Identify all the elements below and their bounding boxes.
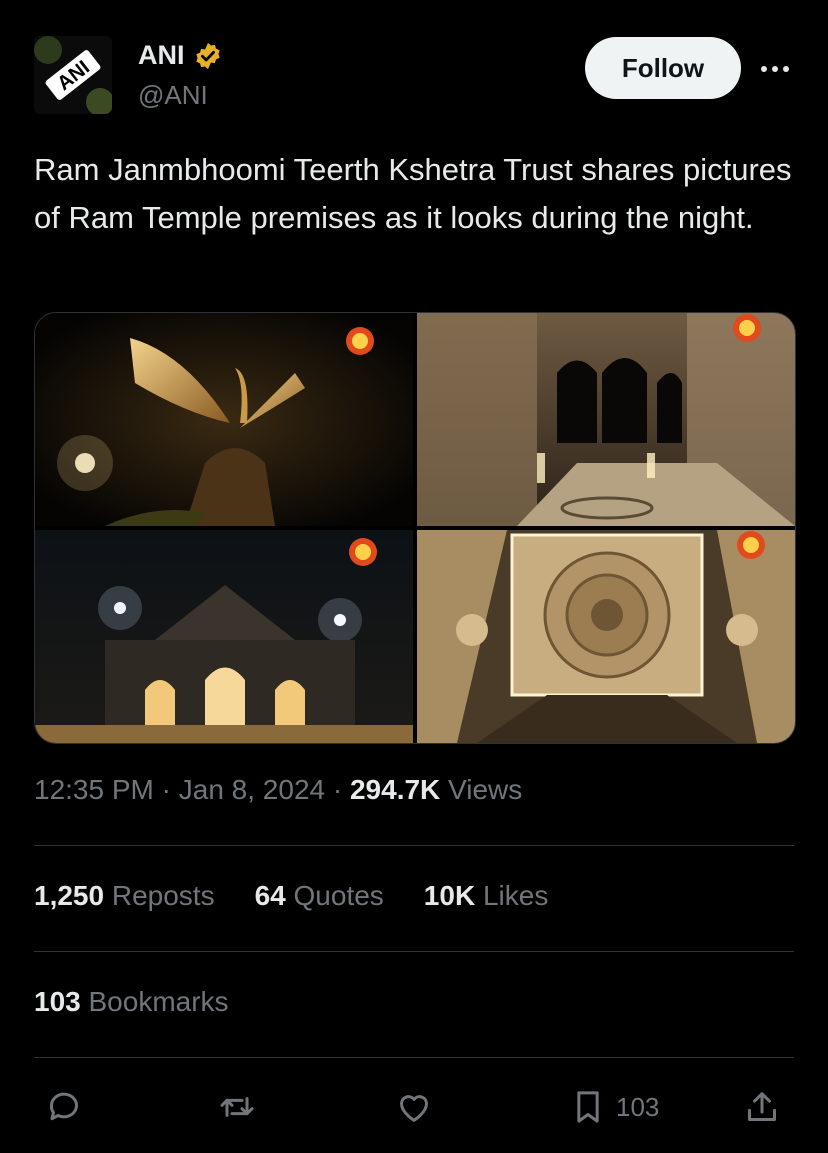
reply-button[interactable] [44, 1084, 84, 1130]
follow-button[interactable]: Follow [585, 37, 741, 99]
engagement-stats: 1,250 Reposts 64 Quotes 10K Likes [34, 880, 548, 912]
divider [34, 845, 794, 846]
reposts-stat[interactable]: 1,250 Reposts [34, 880, 215, 912]
likes-stat[interactable]: 10K Likes [424, 880, 549, 912]
temple-night-exterior-photo-icon [35, 530, 413, 743]
ani-logo-icon: ANI [34, 36, 112, 114]
likes-count: 10K [423, 880, 476, 911]
media-image-ceiling[interactable] [417, 530, 795, 743]
reposts-count: 1,250 [34, 880, 105, 911]
bookmark-button[interactable]: 103 [568, 1084, 659, 1130]
bookmark-count: 103 [616, 1091, 660, 1122]
meta-separator: · [325, 774, 350, 805]
temple-interior-corridor-photo-icon [417, 313, 795, 526]
views-count: 294.7K [349, 774, 441, 805]
author-handle[interactable]: @ANI [138, 80, 208, 111]
bookmarks-count: 103 [34, 986, 81, 1017]
bookmark-icon [577, 1091, 599, 1123]
media-image-corridor[interactable] [417, 313, 795, 526]
avatar[interactable]: ANI [34, 36, 112, 114]
bookmarks-stat[interactable]: 103 Bookmarks [34, 986, 229, 1018]
divider [34, 1057, 794, 1058]
heart-icon [400, 1095, 428, 1122]
views-label: Views [440, 774, 523, 805]
share-button[interactable] [742, 1084, 782, 1130]
author-name-row: ANI [138, 40, 223, 71]
meta-separator: · [153, 774, 179, 805]
verified-badge-icon [195, 42, 220, 69]
divider [34, 951, 794, 952]
quotes-stat[interactable]: 64 Quotes [255, 880, 384, 912]
repost-button[interactable] [217, 1084, 257, 1130]
quotes-count: 64 [254, 880, 286, 911]
tweet-date[interactable]: Jan 8, 2024 [179, 774, 325, 805]
reposts-label: Reposts [104, 880, 215, 911]
tweet-text: Ram Janmbhoomi Teerth Kshetra Trust shar… [34, 152, 792, 235]
bookmarks-label: Bookmarks [80, 986, 229, 1017]
media-grid [34, 312, 796, 744]
reply-icon [49, 1092, 78, 1121]
tweet-time[interactable]: 12:35 PM [34, 774, 154, 805]
author-name[interactable]: ANI [138, 40, 185, 71]
peacock-sculpture-photo-icon [35, 313, 413, 526]
more-options-icon[interactable] [756, 52, 794, 86]
media-image-temple-exterior[interactable] [35, 530, 413, 743]
media-image-peacock[interactable] [35, 313, 413, 526]
share-icon [748, 1092, 776, 1121]
carved-ceiling-photo-icon [417, 530, 795, 743]
tweet-meta: 12:35 PM · Jan 8, 2024 · 294.7K Views [34, 774, 522, 806]
repost-icon [220, 1097, 254, 1117]
likes-label: Likes [475, 880, 549, 911]
quotes-label: Quotes [285, 880, 384, 911]
like-button[interactable] [394, 1084, 434, 1130]
